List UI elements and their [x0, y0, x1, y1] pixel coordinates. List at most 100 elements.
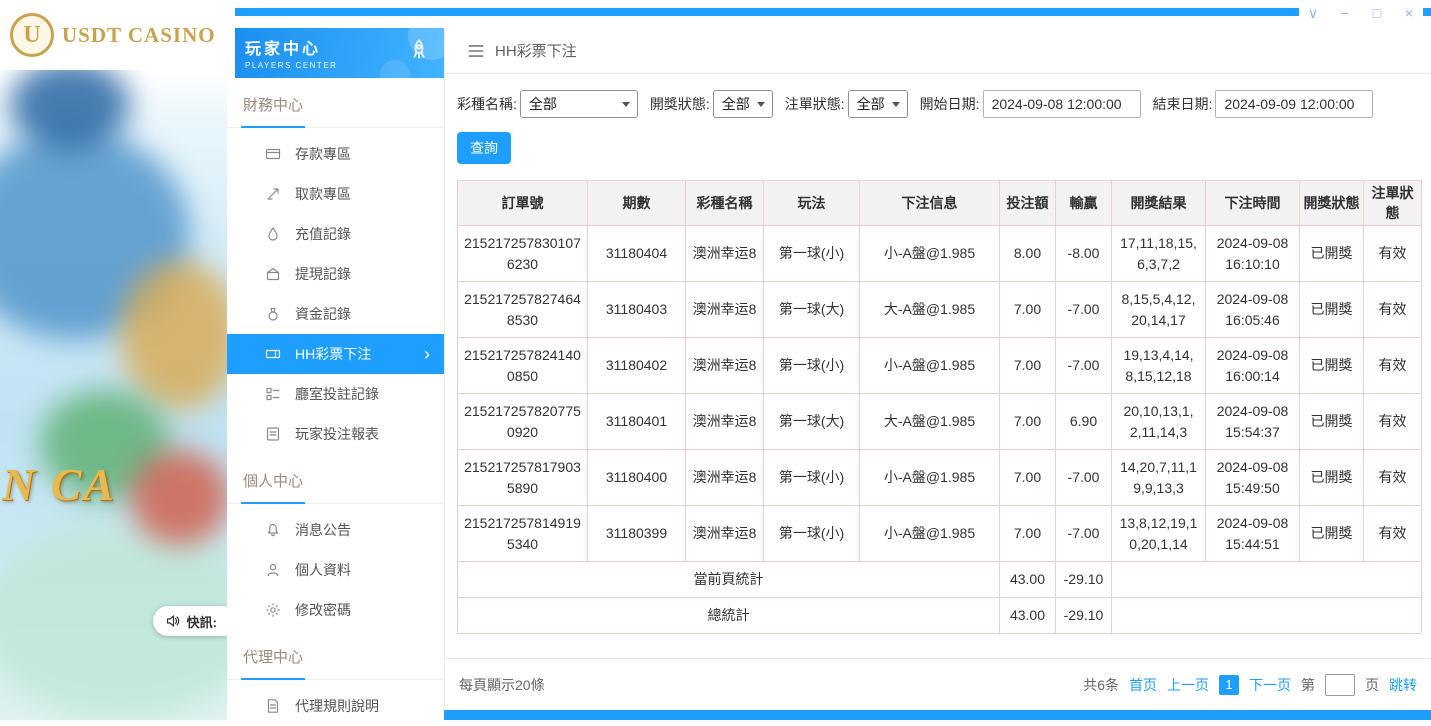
cell-bet-time: 2024-09-08 15:44:51	[1206, 506, 1300, 562]
gold-artwork	[120, 260, 227, 410]
caret-down-icon	[622, 102, 630, 107]
funds-record-icon	[265, 306, 281, 322]
cell-order-id: 2152172578149195340	[458, 506, 588, 562]
cell-play-type: 第一球(大)	[764, 282, 860, 338]
speaker-icon	[165, 613, 181, 629]
content-body: 彩種名稱: 全部 開獎狀態: 全部 注單狀態: 全部	[445, 74, 1431, 634]
cell-bet-status: 有效	[1364, 394, 1422, 450]
chevron-down-icon[interactable]: ∨	[1305, 6, 1321, 20]
bet-status-filter: 注單狀態: 全部	[785, 90, 908, 118]
cell-order-id: 2152172578179035890	[458, 450, 588, 506]
profile-icon	[265, 562, 281, 578]
cell-win-loss: -7.00	[1056, 338, 1112, 394]
column-header-bet-time: 下注時間	[1206, 181, 1300, 226]
app-window: ∨−□× 玩家中心 PLAYERS CENTER 財務中心存款專區取款專區充值記…	[227, 0, 1431, 720]
summary-bet-total: 43.00	[1000, 598, 1056, 634]
sidebar-item-label: 存款專區	[295, 144, 351, 164]
cell-bet-info: 小-A盤@1.985	[860, 450, 1000, 506]
usdt-badge-icon: U	[10, 13, 54, 57]
sidebar-item-recharge-records[interactable]: 充值記錄	[227, 214, 444, 254]
next-page-link[interactable]: 下一页	[1249, 675, 1291, 695]
room-bet-record-icon	[265, 386, 281, 402]
menu-toggle-icon[interactable]	[467, 42, 485, 60]
cell-bet-status: 有效	[1364, 338, 1422, 394]
current-page[interactable]: 1	[1219, 675, 1239, 695]
announcement-icon	[265, 522, 281, 538]
lottery-bet-icon	[265, 346, 281, 362]
recharge-record-icon	[265, 226, 281, 242]
pagination: 共6条 首页 上一页 1 下一页 第 页 跳转	[1083, 674, 1417, 696]
sidebar-item-cashout-records[interactable]: 提現記錄	[227, 254, 444, 294]
cell-play-type: 第一球(小)	[764, 506, 860, 562]
sidebar-item-fund-records[interactable]: 資金記錄	[227, 294, 444, 334]
sidebar-item-label: 廳室投註記錄	[295, 384, 379, 404]
start-date-input[interactable]	[983, 90, 1141, 118]
summary-win-loss-total: -29.10	[1056, 562, 1112, 598]
cell-period: 31180399	[588, 506, 686, 562]
sidebar-item-announcements[interactable]: 消息公告	[227, 510, 444, 550]
end-date-input[interactable]	[1215, 90, 1373, 118]
column-header-play-type: 玩法	[764, 181, 860, 226]
cell-bet-time: 2024-09-08 16:05:46	[1206, 282, 1300, 338]
brand-logo-text: USDT CASINO	[62, 23, 216, 48]
cell-bet-status: 有效	[1364, 450, 1422, 506]
column-header-bet-info: 下注信息	[860, 181, 1000, 226]
sidebar-item-hh-lottery-bets[interactable]: HH彩票下注›	[227, 334, 444, 374]
first-page-link[interactable]: 首页	[1129, 675, 1157, 695]
lottery-name-select[interactable]: 全部	[520, 90, 638, 118]
sidebar-item-player-bet-report[interactable]: 玩家投注報表	[227, 414, 444, 454]
table-header-row: 訂單號期數彩種名稱玩法下注信息投注額輸贏開獎結果下注時間開獎狀態注單狀態	[458, 181, 1422, 226]
jump-suffix-label: 页	[1365, 675, 1379, 695]
cell-bet-amount: 7.00	[1000, 450, 1056, 506]
draw-status-label: 開獎狀態:	[650, 94, 710, 114]
start-date-filter: 開始日期:	[920, 90, 1141, 118]
prev-page-link[interactable]: 上一页	[1167, 675, 1209, 695]
maximize-icon[interactable]: □	[1369, 6, 1385, 20]
cell-draw-result: 8,15,5,4,12,20,14,17	[1112, 282, 1206, 338]
search-button[interactable]: 查詢	[457, 132, 511, 164]
minimize-icon[interactable]: −	[1337, 6, 1353, 20]
cell-win-loss: -7.00	[1056, 506, 1112, 562]
filter-bar: 彩種名稱: 全部 開獎狀態: 全部 注單狀態: 全部	[457, 90, 1419, 118]
news-ticker-button[interactable]: 快訊:	[153, 606, 227, 636]
table-row: 215217257827464853031180403澳洲幸运8第一球(大)大-…	[458, 282, 1422, 338]
cell-draw-status: 已開獎	[1300, 450, 1364, 506]
sidebar-item-profile[interactable]: 個人資料	[227, 550, 444, 590]
bet-status-label: 注單狀態:	[785, 94, 845, 114]
jump-button[interactable]: 跳转	[1389, 675, 1417, 695]
cell-bet-amount: 7.00	[1000, 338, 1056, 394]
cell-play-type: 第一球(小)	[764, 338, 860, 394]
artwork-text: N CA	[2, 458, 116, 511]
cell-win-loss: -7.00	[1056, 450, 1112, 506]
menu-section-title: 個人中心	[227, 454, 444, 504]
cell-lottery-name: 澳洲幸运8	[686, 394, 764, 450]
draw-status-select[interactable]: 全部	[713, 90, 773, 118]
cell-bet-amount: 8.00	[1000, 226, 1056, 282]
cell-bet-info: 大-A盤@1.985	[860, 394, 1000, 450]
menu-section-title: 代理中心	[227, 630, 444, 680]
cell-bet-amount: 7.00	[1000, 394, 1056, 450]
column-header-lottery-name: 彩種名稱	[686, 181, 764, 226]
table-row: 215217257824140085031180402澳洲幸运8第一球(小)小-…	[458, 338, 1422, 394]
column-header-bet-amount: 投注額	[1000, 181, 1056, 226]
cell-bet-amount: 7.00	[1000, 506, 1056, 562]
cell-lottery-name: 澳洲幸运8	[686, 226, 764, 282]
chevron-right-icon: ›	[424, 345, 430, 363]
sidebar-item-deposit[interactable]: 存款專區	[227, 134, 444, 174]
cell-bet-amount: 7.00	[1000, 282, 1056, 338]
sidebar-item-agent-rules[interactable]: 代理規則說明	[227, 686, 444, 726]
sidebar-item-label: 個人資料	[295, 560, 351, 580]
cell-play-type: 第一球(大)	[764, 394, 860, 450]
sidebar-item-withdraw[interactable]: 取款專區	[227, 174, 444, 214]
selected-value: 全部	[722, 94, 750, 114]
sidebar-item-room-bet-records[interactable]: 廳室投註記錄	[227, 374, 444, 414]
cell-order-id: 2152172578241400850	[458, 338, 588, 394]
sidebar-item-change-password[interactable]: 修改密碼	[227, 590, 444, 630]
cell-bet-time: 2024-09-08 16:00:14	[1206, 338, 1300, 394]
bet-status-select[interactable]: 全部	[848, 90, 908, 118]
close-icon[interactable]: ×	[1401, 6, 1417, 20]
cell-bet-time: 2024-09-08 16:10:10	[1206, 226, 1300, 282]
jump-page-input[interactable]	[1325, 674, 1355, 696]
end-date-label: 結束日期:	[1153, 94, 1213, 114]
table-row: 215217257820775092031180401澳洲幸运8第一球(大)大-…	[458, 394, 1422, 450]
